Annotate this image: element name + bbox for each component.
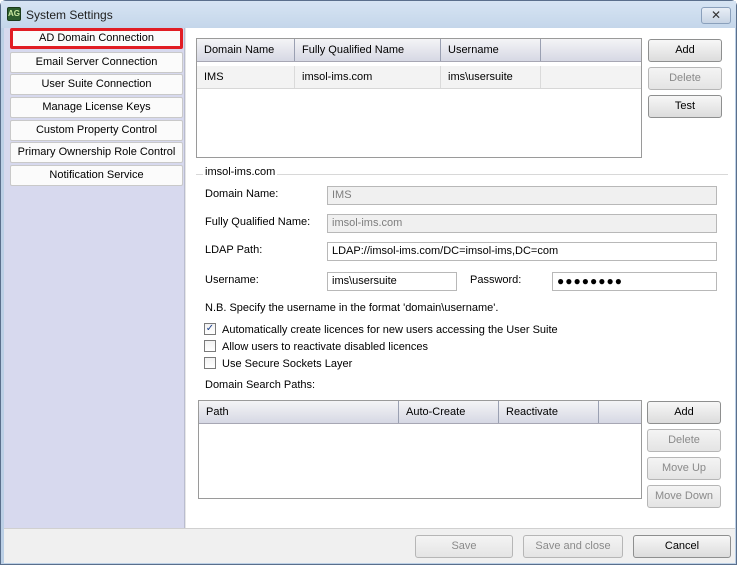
secure-sockets-layer-checkbox[interactable] bbox=[204, 357, 216, 369]
app-icon: AG bbox=[7, 7, 21, 21]
column-header-reactivate[interactable]: Reactivate bbox=[499, 401, 599, 423]
ad-domain-panel: Domain Name Fully Qualified Name Usernam… bbox=[186, 28, 735, 528]
column-header-auto-create[interactable]: Auto-Create bbox=[399, 401, 499, 423]
settings-sidebar: AD Domain Connection Email Server Connec… bbox=[4, 28, 185, 528]
title-bar: AG System Settings ✕ bbox=[1, 1, 736, 28]
domain-search-paths-label: Domain Search Paths: bbox=[205, 379, 316, 391]
auto-create-licences-checkbox[interactable]: ✓ bbox=[204, 323, 216, 335]
dialog-client-area: AD Domain Connection Email Server Connec… bbox=[4, 28, 735, 563]
search-paths-table-header: Path Auto-Create Reactivate bbox=[199, 401, 641, 424]
add-domain-button[interactable]: Add bbox=[648, 39, 722, 62]
sidebar-item-manage-license-keys[interactable]: Manage License Keys bbox=[10, 97, 183, 118]
cell-fully-qualified-name: imsol-ims.com bbox=[295, 66, 441, 88]
system-settings-window: AG System Settings ✕ AD Domain Connectio… bbox=[0, 0, 737, 565]
add-search-path-button[interactable]: Add bbox=[647, 401, 721, 424]
delete-domain-button[interactable]: Delete bbox=[648, 67, 722, 90]
cancel-button[interactable]: Cancel bbox=[633, 535, 731, 558]
move-down-button[interactable]: Move Down bbox=[647, 485, 721, 508]
password-label: Password: bbox=[470, 274, 522, 286]
sidebar-item-user-suite-connection[interactable]: User Suite Connection bbox=[10, 74, 183, 95]
domain-name-label: Domain Name: bbox=[205, 188, 279, 200]
cell-username: ims\usersuite bbox=[441, 66, 541, 88]
column-header-empty bbox=[541, 39, 641, 61]
auto-create-licences-label: Automatically create licences for new us… bbox=[222, 324, 558, 336]
move-up-button[interactable]: Move Up bbox=[647, 457, 721, 480]
username-label: Username: bbox=[205, 274, 259, 286]
domains-table-header: Domain Name Fully Qualified Name Usernam… bbox=[197, 39, 641, 62]
reactivate-disabled-licences-label: Allow users to reactivate disabled licen… bbox=[222, 341, 429, 353]
column-header-domain-name[interactable]: Domain Name bbox=[197, 39, 295, 61]
delete-search-path-button[interactable]: Delete bbox=[647, 429, 721, 452]
secure-sockets-layer-label: Use Secure Sockets Layer bbox=[222, 358, 353, 370]
window-title: System Settings bbox=[26, 8, 113, 22]
domain-name-field[interactable]: IMS bbox=[327, 186, 717, 205]
username-format-note: N.B. Specify the username in the format … bbox=[205, 302, 499, 314]
fully-qualified-name-field[interactable]: imsol-ims.com bbox=[327, 214, 717, 233]
column-header-empty bbox=[599, 401, 641, 423]
sidebar-item-custom-property-control[interactable]: Custom Property Control bbox=[10, 120, 183, 141]
password-field[interactable]: ●●●●●●●● bbox=[552, 272, 717, 291]
column-header-path[interactable]: Path bbox=[199, 401, 399, 423]
column-header-username[interactable]: Username bbox=[441, 39, 541, 61]
save-and-close-button[interactable]: Save and close bbox=[523, 535, 623, 558]
cell-domain-name: IMS bbox=[197, 66, 295, 88]
save-button[interactable]: Save bbox=[415, 535, 513, 558]
close-icon[interactable]: ✕ bbox=[701, 7, 731, 24]
sidebar-item-ad-domain-connection[interactable]: AD Domain Connection bbox=[10, 28, 183, 49]
username-field[interactable]: ims\usersuite bbox=[327, 272, 457, 291]
ldap-path-field[interactable]: LDAP://imsol-ims.com/DC=imsol-ims,DC=com bbox=[327, 242, 717, 261]
test-domain-button[interactable]: Test bbox=[648, 95, 722, 118]
sidebar-item-primary-ownership-role-control[interactable]: Primary Ownership Role Control bbox=[10, 142, 183, 163]
ldap-path-label: LDAP Path: bbox=[205, 244, 263, 256]
column-header-fully-qualified-name[interactable]: Fully Qualified Name bbox=[295, 39, 441, 61]
dialog-footer: Save Save and close Cancel bbox=[4, 528, 735, 563]
fully-qualified-name-label: Fully Qualified Name: bbox=[205, 216, 311, 228]
table-row[interactable]: IMS imsol-ims.com ims\usersuite bbox=[197, 66, 641, 89]
sidebar-item-email-server-connection[interactable]: Email Server Connection bbox=[10, 52, 183, 73]
reactivate-disabled-licences-checkbox[interactable] bbox=[204, 340, 216, 352]
group-title: imsol-ims.com bbox=[203, 166, 278, 178]
sidebar-item-notification-service[interactable]: Notification Service bbox=[10, 165, 183, 186]
search-paths-table: Path Auto-Create Reactivate bbox=[198, 400, 642, 499]
domains-table: Domain Name Fully Qualified Name Usernam… bbox=[196, 38, 642, 158]
